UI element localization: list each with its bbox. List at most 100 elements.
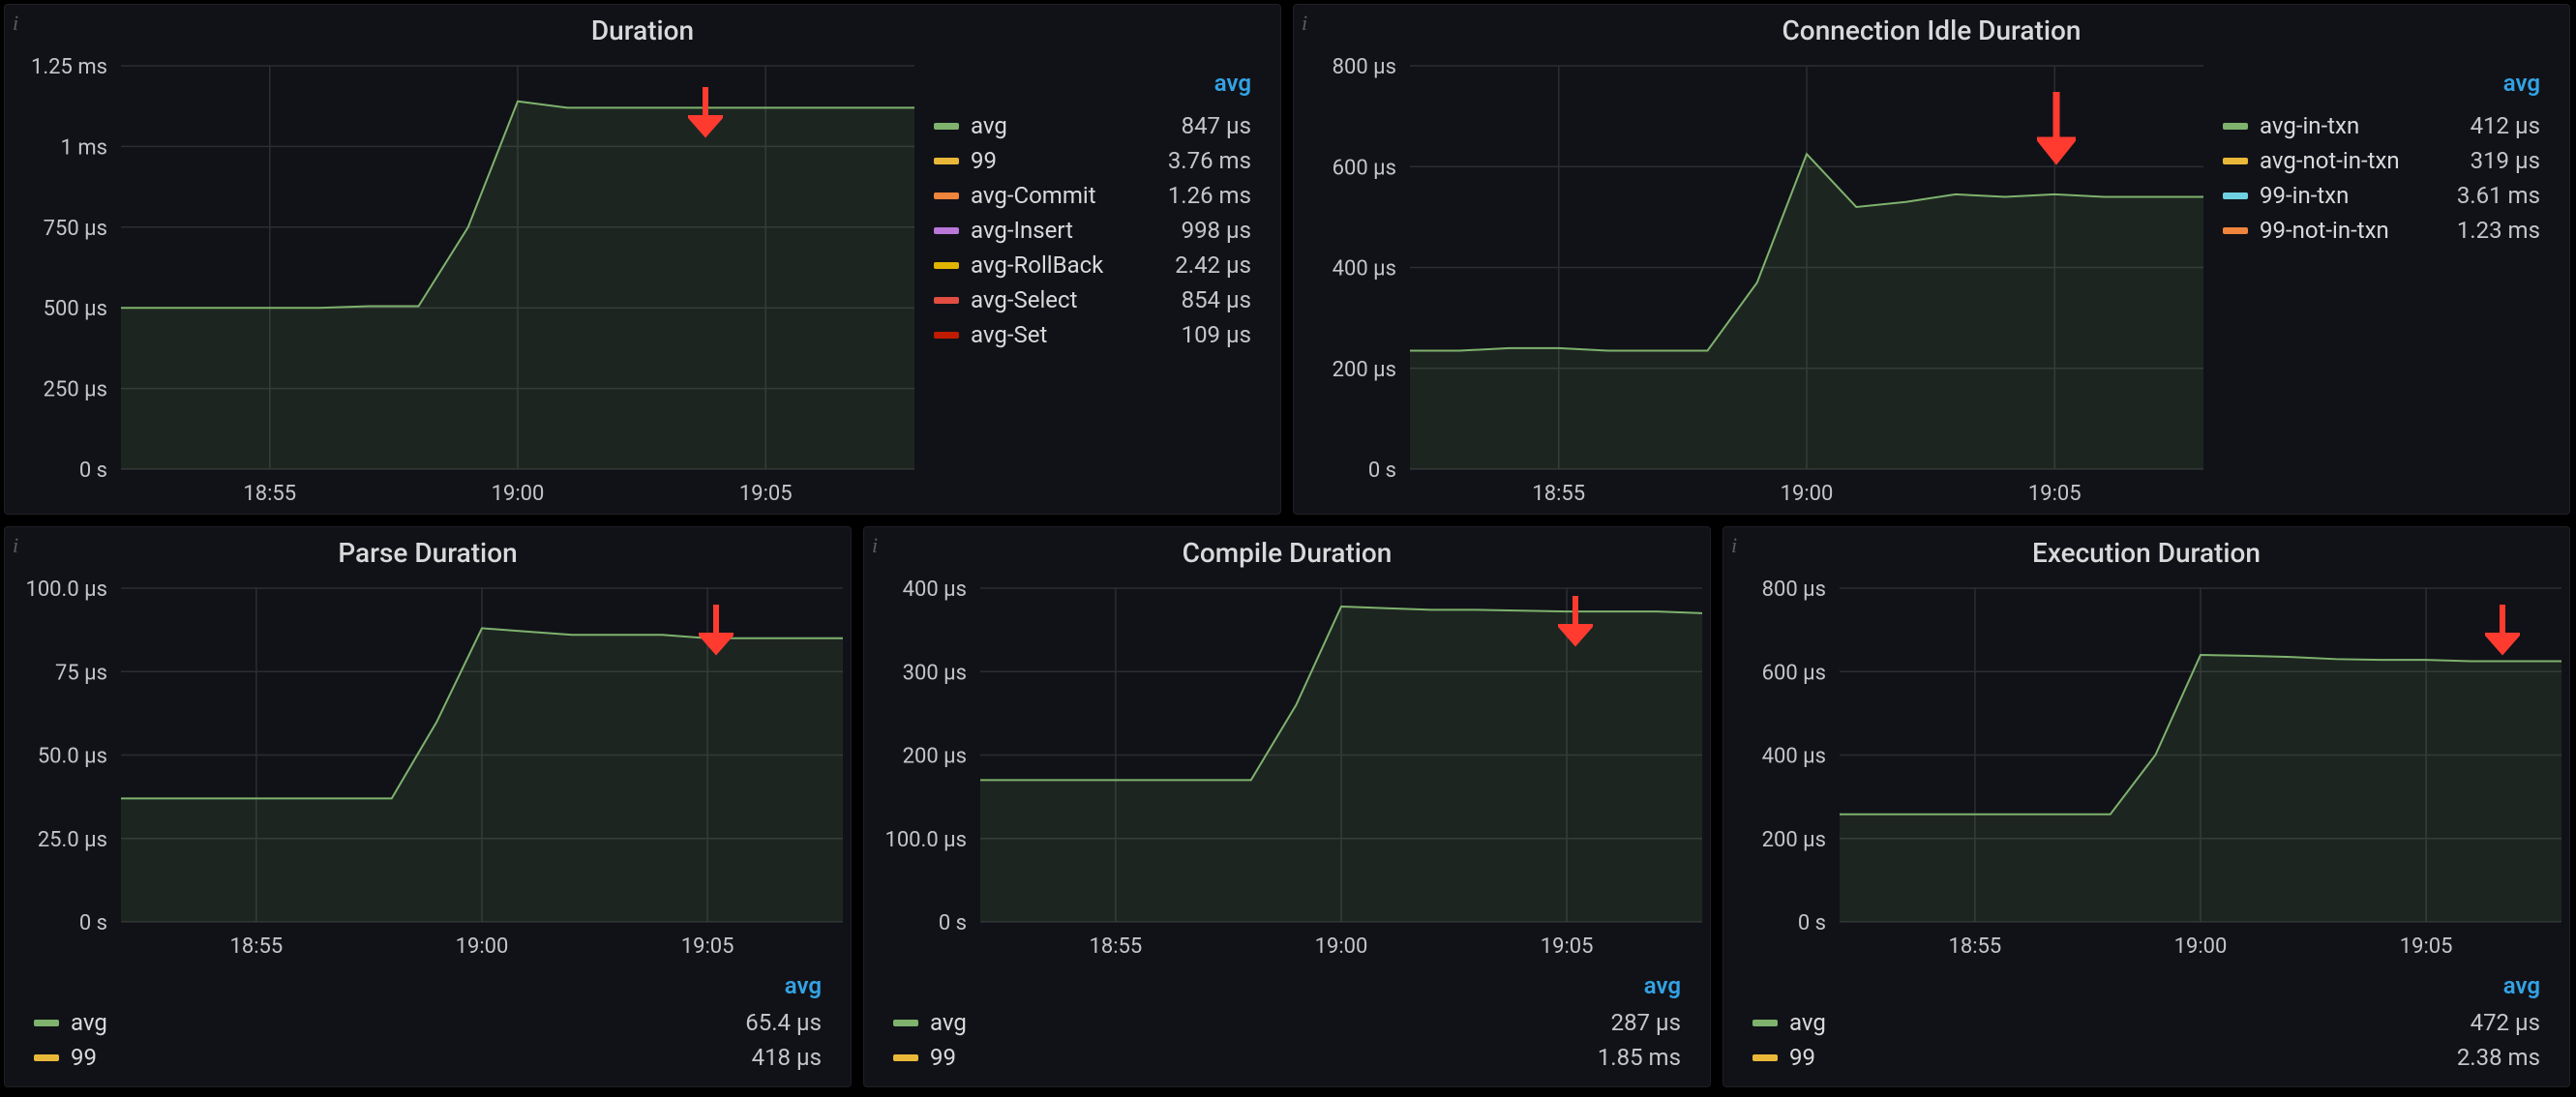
legend-swatch xyxy=(1752,1020,1778,1026)
legend-item-99[interactable]: 99 418 µs xyxy=(34,1040,822,1075)
svg-text:600 µs: 600 µs xyxy=(1333,156,1396,180)
legend-item-99[interactable]: 99 3.76 ms xyxy=(934,143,1251,178)
legend-header: avg xyxy=(34,972,822,999)
legend-header: avg xyxy=(2223,70,2540,97)
legend-item-99-not-in-txn[interactable]: 99-not-in-txn1.23 ms xyxy=(2223,213,2540,248)
panel-exec: i Execution Duration 0 s200 µs400 µs600 … xyxy=(1722,526,2570,1087)
svg-text:200 µs: 200 µs xyxy=(1762,828,1826,852)
legend-name: 99 xyxy=(930,1044,956,1071)
legend-header: avg xyxy=(893,972,1681,999)
chart-idle[interactable]: 0 s200 µs400 µs600 µs800 µs18:5519:0019:… xyxy=(1294,50,2211,514)
legend-item-avg[interactable]: avg65.4 µs xyxy=(34,1005,822,1040)
legend-name: avg xyxy=(71,1009,107,1036)
legend-value: 3.61 ms xyxy=(2457,182,2540,209)
legend-value: 418 µs xyxy=(752,1044,822,1071)
chart-exec[interactable]: 0 s200 µs400 µs600 µs800 µs18:5519:0019:… xyxy=(1723,573,2569,966)
legend-item-avg-insert[interactable]: avg-Insert998 µs xyxy=(934,213,1251,248)
legend-item-avg-set[interactable]: avg-Set 109 µs xyxy=(934,317,1251,352)
legend-swatch xyxy=(893,1054,918,1061)
svg-text:400 µs: 400 µs xyxy=(1762,745,1826,769)
svg-text:18:55: 18:55 xyxy=(1532,482,1585,506)
legend-name: avg xyxy=(971,112,1007,139)
info-icon[interactable]: i xyxy=(1731,533,1737,558)
legend-value: 847 µs xyxy=(1182,112,1251,139)
legend-name: 99 xyxy=(1789,1044,1815,1071)
panel-duration: i Duration 0 s250 µs500 µs750 µs1 ms1.25… xyxy=(4,4,1281,515)
legend-name: 99 xyxy=(71,1044,97,1071)
legend-parse: avg avg65.4 µs 99 418 µs xyxy=(5,966,851,1086)
svg-text:19:05: 19:05 xyxy=(2400,934,2453,959)
legend-swatch xyxy=(934,123,959,130)
legend-item-avg[interactable]: avg472 µs xyxy=(1752,1005,2540,1040)
legend-value: 472 µs xyxy=(2471,1009,2540,1036)
svg-text:0 s: 0 s xyxy=(79,911,107,935)
legend-name: avg-not-in-txn xyxy=(2260,147,2400,174)
legend-value: 287 µs xyxy=(1611,1009,1681,1036)
svg-text:18:55: 18:55 xyxy=(243,482,296,506)
legend-value: 3.76 ms xyxy=(1168,147,1251,174)
legend-value: 2.38 ms xyxy=(2457,1044,2540,1071)
svg-text:18:55: 18:55 xyxy=(1948,934,2001,959)
legend-value: 1.85 ms xyxy=(1598,1044,1681,1071)
legend-name: 99 xyxy=(971,147,997,174)
legend-compile: avg avg 287 µs 99 1.85 ms xyxy=(864,966,1710,1086)
svg-text:19:00: 19:00 xyxy=(1781,482,1834,506)
svg-text:400 µs: 400 µs xyxy=(1333,257,1396,282)
legend-value: 109 µs xyxy=(1182,321,1251,348)
svg-text:18:55: 18:55 xyxy=(1089,934,1142,959)
chart-compile[interactable]: 0 s100.0 µs200 µs300 µs400 µs18:5519:001… xyxy=(864,573,1710,966)
legend-header: avg xyxy=(1752,972,2540,999)
svg-text:19:00: 19:00 xyxy=(2174,934,2228,959)
legend-item-avg-select[interactable]: avg-Select 854 µs xyxy=(934,282,1251,317)
legend-item-avg[interactable]: avg 847 µs xyxy=(934,108,1251,143)
legend-name: avg-Set xyxy=(971,321,1047,348)
legend-swatch xyxy=(34,1020,59,1026)
legend-name: avg-RollBack xyxy=(971,252,1103,279)
info-icon[interactable]: i xyxy=(13,533,18,558)
legend-swatch xyxy=(1752,1054,1778,1061)
legend-name: avg xyxy=(930,1009,967,1036)
legend-swatch xyxy=(934,332,959,339)
svg-text:500 µs: 500 µs xyxy=(44,297,107,321)
legend-swatch xyxy=(934,193,959,199)
legend-item-avg-commit[interactable]: avg-Commit1.26 ms xyxy=(934,178,1251,213)
legend-name: avg-Select xyxy=(971,286,1077,313)
legend-swatch xyxy=(934,227,959,234)
panel-title: Duration xyxy=(5,5,1280,50)
legend-value: 854 µs xyxy=(1182,286,1251,313)
legend-item-avg[interactable]: avg 287 µs xyxy=(893,1005,1681,1040)
legend-item-avg-not-in-txn[interactable]: avg-not-in-txn319 µs xyxy=(2223,143,2540,178)
legend-item-99-in-txn[interactable]: 99-in-txn3.61 ms xyxy=(2223,178,2540,213)
info-icon[interactable]: i xyxy=(1302,11,1307,36)
panel-title: Parse Duration xyxy=(5,527,851,573)
svg-text:400 µs: 400 µs xyxy=(903,578,967,602)
legend-name: avg-Commit xyxy=(971,182,1096,209)
legend-value: 1.23 ms xyxy=(2457,217,2540,244)
svg-text:300 µs: 300 µs xyxy=(903,661,967,685)
legend-item-avg-in-txn[interactable]: avg-in-txn412 µs xyxy=(2223,108,2540,143)
legend-swatch xyxy=(34,1054,59,1061)
svg-text:19:00: 19:00 xyxy=(1315,934,1368,959)
svg-text:19:05: 19:05 xyxy=(1541,934,1594,959)
info-icon[interactable]: i xyxy=(13,11,18,36)
info-icon[interactable]: i xyxy=(872,533,878,558)
legend-swatch xyxy=(2223,193,2248,199)
chart-duration[interactable]: 0 s250 µs500 µs750 µs1 ms1.25 ms18:5519:… xyxy=(5,50,922,514)
legend-swatch xyxy=(2223,158,2248,164)
svg-text:0 s: 0 s xyxy=(1368,459,1396,483)
panel-title: Execution Duration xyxy=(1723,527,2569,573)
svg-text:19:05: 19:05 xyxy=(681,934,734,959)
legend-value: 998 µs xyxy=(1182,217,1251,244)
chart-parse[interactable]: 0 s25.0 µs50.0 µs75 µs100.0 µs18:5519:00… xyxy=(5,573,851,966)
panel-parse: i Parse Duration 0 s25.0 µs50.0 µs75 µs1… xyxy=(4,526,852,1087)
legend-swatch xyxy=(2223,123,2248,130)
svg-text:800 µs: 800 µs xyxy=(1762,578,1826,602)
legend-item-99[interactable]: 99 1.85 ms xyxy=(893,1040,1681,1075)
svg-text:1 ms: 1 ms xyxy=(61,135,107,160)
svg-text:75 µs: 75 µs xyxy=(55,661,107,685)
legend-swatch xyxy=(934,158,959,164)
legend-item-99[interactable]: 99 2.38 ms xyxy=(1752,1040,2540,1075)
svg-text:19:00: 19:00 xyxy=(492,482,545,506)
legend-item-avg-rollback[interactable]: avg-RollBack2.42 µs xyxy=(934,248,1251,282)
svg-text:800 µs: 800 µs xyxy=(1333,55,1396,79)
